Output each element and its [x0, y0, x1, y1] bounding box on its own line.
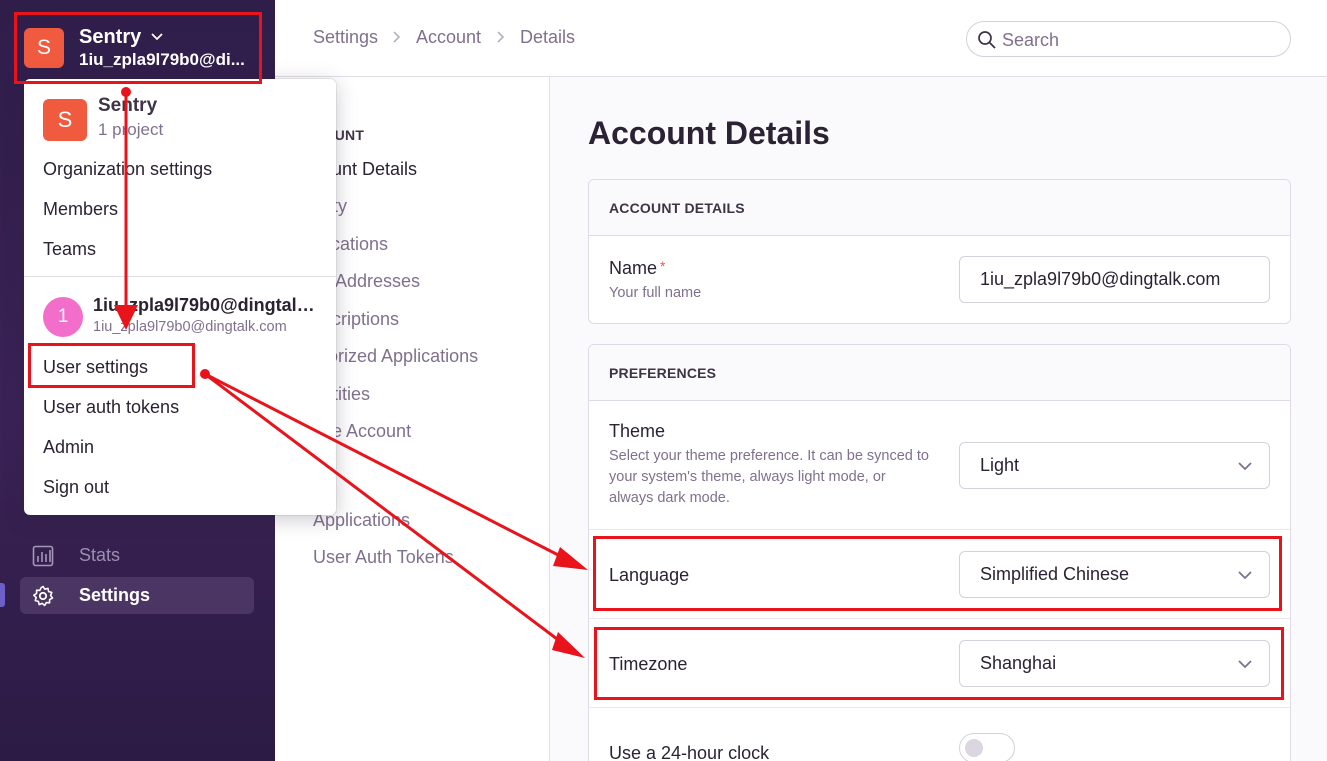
- menu-item-admin[interactable]: Admin: [43, 437, 94, 458]
- org-name: Sentry: [79, 26, 142, 48]
- name-field-row: Name * Your full name 1iu_zpla9l79b0@ding…: [589, 236, 1290, 323]
- theme-label: Theme: [609, 421, 666, 441]
- name-field[interactable]: 1iu_zpla9l79b0@dingtalk.com: [959, 256, 1270, 303]
- search-box[interactable]: [966, 21, 1291, 57]
- breadcrumb-account[interactable]: Account: [416, 27, 481, 48]
- user-avatar: 1: [43, 297, 83, 337]
- language-field-row: Language Simplified Chinese: [589, 529, 1290, 618]
- menu-item-organization-settings[interactable]: Organization settings: [43, 159, 212, 180]
- dropdown-user-name: 1iu_zpla9l79b0@dingtalk.com: [93, 295, 323, 315]
- toggle-knob: [965, 739, 983, 757]
- subnav-item-user-auth-tokens[interactable]: User Auth Tokens: [313, 547, 454, 568]
- org-user-email: 1iu_zpla9l79b0@di...: [79, 50, 245, 69]
- 24-hour-clock-toggle[interactable]: [959, 733, 1015, 761]
- menu-item-members[interactable]: Members: [43, 199, 118, 220]
- panel-heading: PREFERENCES: [589, 345, 1290, 401]
- name-value: 1iu_zpla9l79b0@dingtalk.com: [980, 269, 1221, 289]
- timezone-label: Timezone: [609, 654, 688, 674]
- panel-heading: ACCOUNT DETAILS: [589, 180, 1290, 236]
- theme-value: Light: [980, 455, 1020, 475]
- dropdown-org-project-count: 1 project: [98, 120, 164, 139]
- search-input[interactable]: [1002, 29, 1272, 51]
- chevron-right-icon: [497, 31, 505, 43]
- theme-field-row: Theme Select your theme preference. It c…: [589, 401, 1290, 529]
- account-details-panel: ACCOUNT DETAILS Name * Your full name 1iu…: [588, 179, 1291, 324]
- menu-item-sign-out[interactable]: Sign out: [43, 477, 109, 498]
- org-avatar: S: [43, 99, 87, 141]
- chevron-down-icon: [151, 33, 163, 41]
- theme-help: Select your theme preference. It can be …: [609, 448, 929, 506]
- org-dropdown-menu: S Sentry 1 project Organization settings…: [24, 79, 336, 515]
- page-title: Account Details: [588, 115, 830, 151]
- sidebar-item-settings[interactable]: Settings: [20, 577, 254, 614]
- language-value: Simplified Chinese: [980, 564, 1130, 584]
- required-marker: *: [660, 258, 666, 274]
- stats-icon: [32, 545, 54, 567]
- language-select[interactable]: Simplified Chinese: [959, 551, 1270, 598]
- top-bar: Settings Account Details: [275, 0, 1327, 77]
- name-label: Name *: [609, 258, 666, 278]
- language-label: Language: [609, 565, 690, 585]
- clock-label: Use a 24-hour clock: [609, 743, 770, 761]
- breadcrumb-settings[interactable]: Settings: [313, 27, 378, 48]
- subnav-item-authorized-applications[interactable]: thorized Applications: [313, 346, 478, 367]
- chevron-down-icon: [1238, 660, 1252, 669]
- main-content: Account Details ACCOUNT DETAILS Name * Yo…: [551, 77, 1327, 761]
- menu-item-user-auth-tokens[interactable]: User auth tokens: [43, 397, 179, 418]
- search-icon: [978, 31, 996, 49]
- name-help: Your full name: [609, 285, 702, 301]
- sidebar-item-stats[interactable]: Stats: [20, 537, 254, 574]
- theme-select[interactable]: Light: [959, 442, 1270, 489]
- clock-field-row: Use a 24-hour clock: [589, 707, 1290, 761]
- gear-icon: [33, 585, 54, 607]
- timezone-field-row: Timezone Shanghai: [589, 618, 1290, 707]
- menu-item-user-settings[interactable]: User settings: [43, 357, 148, 378]
- timezone-select[interactable]: Shanghai: [959, 640, 1270, 687]
- menu-divider: [24, 276, 336, 277]
- chevron-right-icon: [393, 31, 401, 43]
- breadcrumb-details: Details: [520, 27, 576, 47]
- org-avatar: S: [24, 28, 64, 68]
- menu-item-teams[interactable]: Teams: [43, 239, 96, 260]
- sidebar-item-label: Settings: [79, 585, 151, 605]
- timezone-value: Shanghai: [980, 653, 1057, 673]
- dropdown-org-name: Sentry: [98, 95, 158, 116]
- chevron-down-icon: [1238, 462, 1252, 471]
- chevron-down-icon: [1238, 571, 1252, 580]
- org-switcher[interactable]: S Sentry 1iu_zpla9l79b0@di...: [24, 26, 264, 70]
- active-indicator: [0, 583, 5, 607]
- preferences-panel: PREFERENCES Theme Select your theme pref…: [588, 344, 1291, 761]
- dropdown-user-email: 1iu_zpla9l79b0@dingtalk.com: [93, 319, 287, 335]
- sidebar-item-label: Stats: [79, 545, 121, 565]
